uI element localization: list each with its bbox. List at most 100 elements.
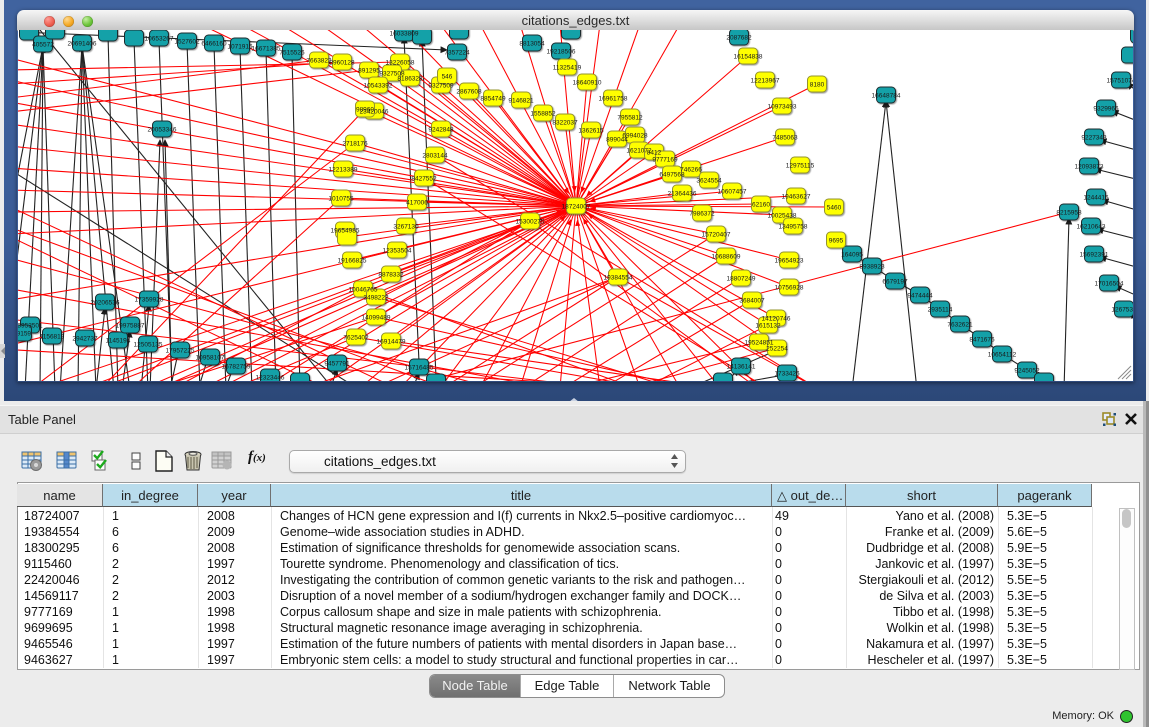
svg-text:16671385: 16671385: [252, 46, 281, 53]
svg-text:2867608: 2867608: [456, 89, 482, 96]
svg-text:10958107: 10958107: [196, 355, 225, 362]
svg-text:9146821: 9146821: [508, 98, 534, 105]
svg-text:12975115: 12975115: [786, 163, 815, 170]
svg-text:1071915: 1071915: [227, 44, 253, 51]
svg-text:13495758: 13495758: [779, 224, 808, 231]
svg-text:3684007: 3684007: [739, 298, 765, 305]
svg-text:9329966: 9329966: [1093, 106, 1119, 113]
svg-text:1558852: 1558852: [530, 111, 556, 118]
svg-text:2087682: 2087682: [726, 35, 752, 42]
svg-text:8938923: 8938923: [859, 264, 885, 271]
svg-text:7625402: 7625402: [343, 335, 369, 342]
svg-text:98960: 98960: [356, 107, 374, 114]
svg-text:19654985: 19654985: [331, 228, 360, 235]
svg-text:9457791: 9457791: [324, 361, 350, 368]
svg-text:9227343: 9227343: [1081, 135, 1107, 142]
svg-text:7955812: 7955812: [617, 115, 643, 122]
svg-text:7663822: 7663822: [306, 58, 332, 65]
svg-text:7632621: 7632621: [947, 322, 973, 329]
svg-text:10973493: 10973493: [768, 104, 797, 111]
svg-text:252254: 252254: [766, 346, 788, 353]
svg-text:2718176: 2718176: [342, 141, 368, 148]
svg-text:19384554: 19384554: [604, 275, 633, 282]
svg-text:15720407: 15720407: [702, 232, 731, 239]
svg-text:9695: 9695: [829, 238, 844, 245]
svg-text:20206536: 20206536: [91, 300, 120, 307]
svg-text:8427552: 8427552: [411, 176, 437, 183]
svg-text:62160: 62160: [752, 202, 770, 209]
svg-text:17016504: 17016504: [1095, 281, 1124, 288]
svg-text:10543392: 10543392: [364, 83, 393, 90]
svg-text:2935114: 2935114: [928, 307, 953, 314]
svg-text:19218506: 19218506: [547, 49, 576, 56]
svg-text:18724007: 18724007: [562, 204, 591, 211]
svg-text:19975887: 19975887: [116, 323, 145, 330]
svg-text:14136141: 14136141: [727, 364, 756, 371]
svg-text:15692391: 15692391: [1080, 252, 1109, 259]
svg-text:9327509: 9327509: [428, 83, 454, 90]
svg-text:2803144: 2803144: [422, 153, 448, 160]
svg-text:1010755: 1010755: [328, 196, 354, 203]
svg-text:8813054: 8813054: [519, 41, 545, 48]
svg-text:12093873: 12093873: [1075, 164, 1104, 171]
svg-text:3953501: 3953501: [18, 323, 43, 330]
svg-text:13226058: 13226058: [386, 60, 415, 67]
svg-text:8322037: 8322037: [552, 120, 578, 127]
svg-text:16961758: 16961758: [599, 96, 628, 103]
svg-text:3267130: 3267130: [393, 224, 419, 231]
svg-text:17957225: 17957225: [166, 348, 195, 355]
svg-text:20691406: 20691406: [68, 41, 97, 48]
svg-text:19463627: 19463627: [782, 194, 811, 201]
svg-text:6679197: 6679197: [882, 279, 908, 286]
svg-text:15716485: 15716485: [405, 365, 434, 372]
svg-text:1733426: 1733426: [774, 371, 800, 378]
svg-text:16782759: 16782759: [222, 364, 251, 371]
svg-text:546: 546: [442, 74, 453, 81]
svg-text:3624554: 3624554: [696, 178, 722, 185]
svg-text:1615132: 1615132: [755, 323, 781, 330]
svg-text:5460: 5460: [827, 205, 842, 212]
svg-text:3498222: 3498222: [363, 295, 389, 302]
svg-text:10756928: 10756928: [775, 285, 804, 292]
svg-text:417006: 417006: [406, 200, 428, 207]
svg-text:12213389: 12213389: [329, 167, 358, 174]
svg-text:8180: 8180: [810, 82, 825, 89]
svg-text:7515526: 7515526: [279, 50, 305, 57]
svg-text:8878332: 8878332: [378, 272, 404, 279]
svg-text:10688609: 10688609: [712, 254, 741, 261]
svg-text:7986372: 7986372: [689, 211, 715, 218]
svg-text:14120746: 14120746: [762, 316, 791, 323]
svg-text:891295: 891295: [358, 68, 380, 75]
svg-text:1362615: 1362615: [578, 128, 604, 135]
svg-text:15751074: 15751074: [1107, 78, 1133, 85]
svg-text:10653267: 10653267: [145, 36, 174, 43]
svg-text:8412: 8412: [647, 150, 662, 157]
svg-text:10046765: 10046765: [349, 287, 378, 294]
svg-text:12213967: 12213967: [751, 78, 780, 85]
svg-text:8960128: 8960128: [329, 60, 355, 67]
svg-text:9777169: 9777169: [652, 157, 678, 164]
svg-text:1244415: 1244415: [1083, 195, 1109, 202]
svg-text:10025438: 10025438: [768, 213, 797, 220]
svg-text:18807249: 18807249: [727, 276, 756, 283]
svg-text:9242848: 9242848: [428, 127, 454, 134]
svg-text:6466160: 6466160: [201, 41, 227, 48]
svg-text:8471676: 8471676: [969, 337, 995, 344]
svg-text:11325419: 11325419: [553, 65, 582, 72]
svg-text:1267534: 1267534: [1111, 307, 1133, 314]
svg-text:16914479: 16914479: [377, 339, 406, 346]
svg-text:19654923: 19654923: [775, 258, 804, 265]
svg-text:7485063: 7485063: [772, 135, 798, 142]
svg-text:15300275: 15300275: [516, 219, 545, 226]
svg-text:6497568: 6497568: [659, 172, 685, 179]
svg-text:8215958: 8215958: [1056, 210, 1082, 217]
svg-text:164095: 164095: [841, 252, 863, 259]
svg-text:16210643: 16210643: [1077, 224, 1106, 231]
svg-text:12323446: 12323446: [256, 375, 285, 382]
svg-text:18640910: 18640910: [573, 80, 602, 87]
svg-text:9245052: 9245052: [1014, 368, 1040, 375]
svg-text:17359928: 17359928: [135, 297, 164, 304]
svg-text:21364436: 21364436: [668, 191, 697, 198]
svg-text:10654112: 10654112: [988, 352, 1017, 359]
svg-text:19166825: 19166825: [338, 258, 367, 265]
